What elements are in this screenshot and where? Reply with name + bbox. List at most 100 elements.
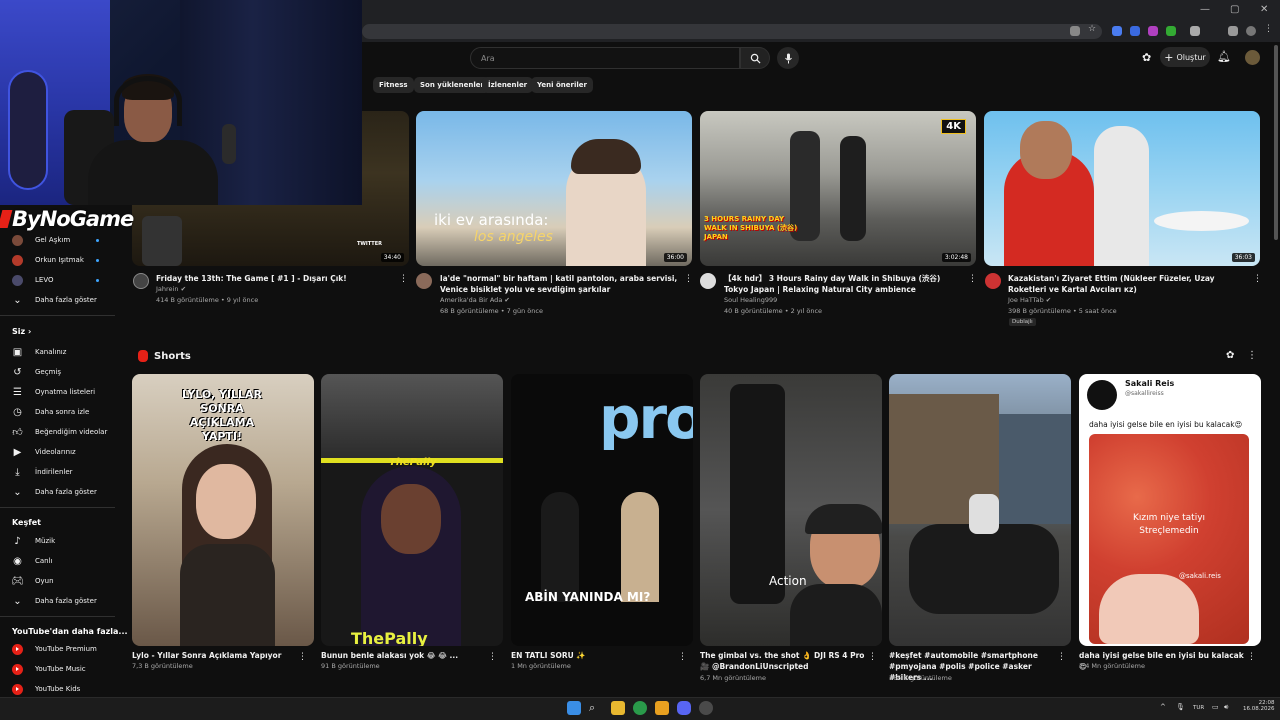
sidebar-sub-orkun-isitmak[interactable]: Orkun Işıtmak xyxy=(12,252,99,268)
extension-icon[interactable] xyxy=(1166,26,1176,36)
video-thumbnail[interactable]: 36:03 xyxy=(984,111,1260,266)
short-title[interactable]: Bunun benle alakası yok 😂 😂 ... xyxy=(321,650,481,661)
close-window-icon[interactable]: ✕ xyxy=(1260,4,1268,15)
more-actions-icon[interactable]: ⋮ xyxy=(868,652,877,662)
verified-icon: ✔ xyxy=(180,285,187,293)
sidebar-you-show-more[interactable]: ⌄ Daha fazla göster xyxy=(12,484,97,500)
sidebar-item-your-channel[interactable]: ▣ Kanalınız xyxy=(12,344,67,360)
more-actions-icon[interactable]: ⋮ xyxy=(1057,652,1066,662)
channel-avatar[interactable] xyxy=(700,273,716,289)
obs-icon[interactable] xyxy=(699,701,713,715)
volume-icon[interactable]: 🔊︎ xyxy=(1224,703,1228,712)
sidebar-sub-levo[interactable]: LEVO xyxy=(12,272,99,288)
sidebar-explore-show-more[interactable]: ⌄ Daha fazla göster xyxy=(12,593,97,609)
downloads-icon[interactable] xyxy=(1228,26,1238,36)
page-scrollbar[interactable] xyxy=(1274,45,1278,240)
gear-icon[interactable]: ✿ xyxy=(1142,51,1151,64)
channel-name[interactable]: Jahrein ✔ xyxy=(156,284,186,295)
sidebar-item-youtube-music[interactable]: YouTube Music xyxy=(12,661,86,677)
sidebar-item-music[interactable]: ♪ Müzik xyxy=(12,533,55,549)
search-button[interactable] xyxy=(740,47,770,69)
browser-menu-icon[interactable]: ⋮ xyxy=(1264,24,1274,34)
sidebar-item-gaming[interactable]: 🎮︎ Oyun xyxy=(11,573,53,589)
extension-icon[interactable] xyxy=(1148,26,1158,36)
file-explorer-icon[interactable] xyxy=(611,701,625,715)
profile-avatar[interactable] xyxy=(1246,26,1256,36)
extensions-puzzle-icon[interactable] xyxy=(1190,26,1200,36)
keyboard-language[interactable]: TUR xyxy=(1193,705,1204,711)
sidebar-item-live[interactable]: ◉ Canlı xyxy=(12,553,52,569)
more-actions-icon[interactable]: ⋮ xyxy=(298,652,307,662)
person-body xyxy=(180,544,275,646)
app-icon[interactable] xyxy=(655,701,669,715)
more-actions-icon[interactable]: ⋮ xyxy=(488,652,497,662)
extension-icon[interactable] xyxy=(1112,26,1122,36)
short-caption: ThePally xyxy=(389,457,437,468)
video-title[interactable]: Kazakistan'ı Ziyaret Ettim (Nükleer Füze… xyxy=(1008,273,1250,295)
video-thumbnail[interactable]: iki ev arasında: los angeles 36:00 xyxy=(416,111,692,266)
video-title[interactable]: la'de "normal" bir haftam | katil pantol… xyxy=(440,273,680,295)
more-actions-icon[interactable]: ⋮ xyxy=(399,274,408,284)
short-title[interactable]: The gimbal vs. the shot 👌 DJI RS 4 Pro 🎥… xyxy=(700,650,865,672)
channel-avatar[interactable] xyxy=(133,273,149,289)
short-thumbnail[interactable]: pro ABİN YANINDA MI? xyxy=(511,374,693,646)
sidebar-item-liked-videos[interactable]: 👍︎ Beğendiğim videolar xyxy=(12,424,107,440)
short-thumbnail[interactable]: LYLO, YILLAR SONRA AÇIKLAMA YAPTI! xyxy=(132,374,314,646)
discord-icon[interactable] xyxy=(677,701,691,715)
more-actions-icon[interactable]: ⋮ xyxy=(1247,350,1257,361)
voice-search-button[interactable] xyxy=(777,47,799,69)
gear-icon[interactable]: ✿ xyxy=(1226,350,1234,361)
video-title[interactable]: Friday the 13th: The Game [ #1 ] - Dışar… xyxy=(156,273,406,284)
address-bar[interactable] xyxy=(362,24,1102,39)
sidebar-item-downloads[interactable]: ⤓ İndirilenler xyxy=(12,464,72,480)
sidebar-item-label: Daha fazla göster xyxy=(35,296,97,304)
network-icon[interactable]: ▭ xyxy=(1212,703,1219,711)
bookmark-star-icon[interactable]: ☆ xyxy=(1088,24,1098,34)
sidebar-item-watch-later[interactable]: ◷ Daha sonra izle xyxy=(12,404,89,420)
install-icon[interactable] xyxy=(1070,26,1080,36)
channel-name[interactable]: Amerika'da Bir Ada ✔ xyxy=(440,295,510,306)
more-actions-icon[interactable]: ⋮ xyxy=(968,274,977,284)
extension-icon[interactable] xyxy=(1130,26,1140,36)
channel-avatar[interactable] xyxy=(416,273,432,289)
start-menu-icon[interactable] xyxy=(567,701,581,715)
video-title[interactable]: 【4k hdr】 3 Hours Rainy day Walk in Shibu… xyxy=(724,273,964,295)
sidebar-sub-gel-askim[interactable]: Gel Aşkım xyxy=(12,232,99,248)
more-actions-icon[interactable]: ⋮ xyxy=(684,274,693,284)
search-input[interactable]: Ara xyxy=(470,47,740,69)
more-actions-icon[interactable]: ⋮ xyxy=(1247,652,1256,662)
tray-chevron-icon[interactable]: ^ xyxy=(1160,703,1166,711)
chrome-icon[interactable] xyxy=(633,701,647,715)
chip-watched[interactable]: İzlenenler xyxy=(482,77,534,93)
chip-fitness[interactable]: Fitness xyxy=(373,77,414,93)
sidebar-item-your-videos[interactable]: ▶ Videolarınız xyxy=(12,444,76,460)
create-button[interactable]: + Oluştur xyxy=(1160,47,1210,67)
sidebar-item-history[interactable]: ↺ Geçmiş xyxy=(12,364,61,380)
you-section-heading[interactable]: Siz › xyxy=(12,327,31,336)
microphone-icon[interactable]: 🎙︎ xyxy=(1176,703,1185,711)
account-avatar[interactable] xyxy=(1245,50,1260,65)
short-title[interactable]: Lylo - Yıllar Sonra Açıklama Yapıyor xyxy=(132,650,292,661)
search-icon[interactable]: ⌕ xyxy=(589,701,603,715)
sidebar-item-youtube-kids[interactable]: YouTube Kids xyxy=(12,681,80,697)
short-thumbnail[interactable]: Sakali Reis @sakallireiss daha iyisi gel… xyxy=(1079,374,1261,646)
short-thumbnail[interactable] xyxy=(889,374,1071,646)
sidebar-item-youtube-premium[interactable]: YouTube Premium xyxy=(12,641,97,657)
chip-recent-uploads[interactable]: Son yüklenenler xyxy=(414,77,490,93)
notifications-bell-icon[interactable]: 🔔︎ xyxy=(1217,50,1231,63)
video-thumbnail[interactable]: 4K 3 HOURS RAINY DAY WALK IN SHIBUYA (渋谷… xyxy=(700,111,976,266)
short-thumbnail[interactable]: ThePally ThePally xyxy=(321,374,503,646)
more-actions-icon[interactable]: ⋮ xyxy=(1253,274,1262,284)
minimize-icon[interactable]: — xyxy=(1200,4,1210,15)
short-thumbnail[interactable]: Action xyxy=(700,374,882,646)
channel-name[interactable]: Joe HaTTab ✔ xyxy=(1008,295,1051,306)
sidebar-item-playlists[interactable]: ☰ Oynatma listeleri xyxy=(12,384,95,400)
channel-avatar[interactable] xyxy=(985,273,1001,289)
short-title[interactable]: EN TATLI SORU ✨ xyxy=(511,650,671,661)
clock[interactable]: 22:08 16.08.2026 xyxy=(1243,700,1275,712)
sidebar-subs-show-more[interactable]: ⌄ Daha fazla göster xyxy=(12,292,97,308)
more-actions-icon[interactable]: ⋮ xyxy=(678,652,687,662)
maximize-icon[interactable]: ▢ xyxy=(1230,4,1239,15)
chip-new-recommendations[interactable]: Yeni öneriler xyxy=(531,77,593,93)
channel-name[interactable]: Soul Healing999 xyxy=(724,295,777,306)
